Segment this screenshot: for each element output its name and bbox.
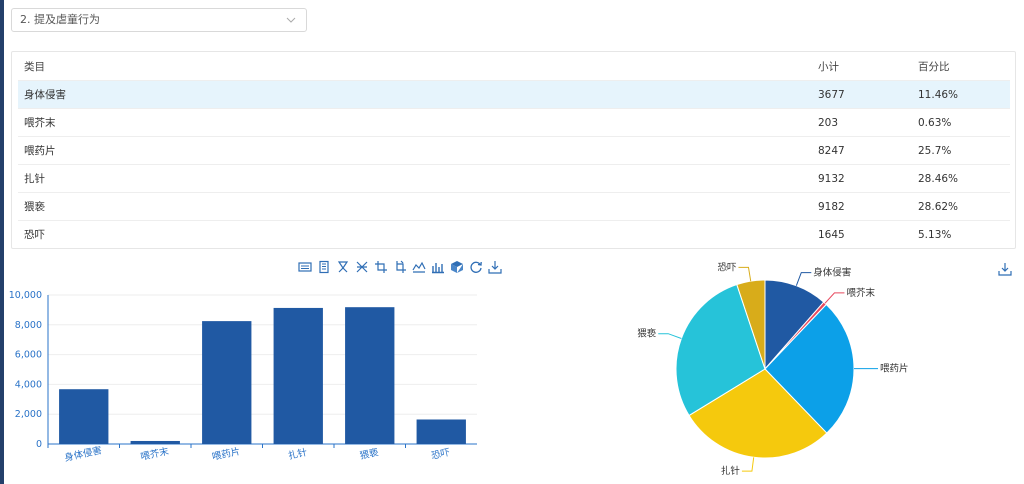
header-percent: 百分比: [918, 61, 950, 73]
x-tick-label: 恐吓: [430, 447, 451, 462]
crop-alt-icon[interactable]: [393, 260, 407, 274]
y-tick-label: 6,000: [15, 350, 42, 361]
pie-label: 猥亵: [637, 328, 657, 340]
x-tick-label: 身体侵害: [63, 444, 103, 464]
table-row[interactable]: 恐吓 1645 5.13%: [18, 221, 1010, 249]
row-percent: 25.7%: [918, 145, 952, 157]
table-row[interactable]: 喂芥末 203 0.63%: [18, 109, 1010, 137]
table-row[interactable]: 喂药片 8247 25.7%: [18, 137, 1010, 165]
chevron-down-icon: [286, 9, 296, 40]
header-category: 类目: [24, 61, 45, 73]
pie-chart: 身体侵害喂芥末喂药片扎针 猥亵 恐吓: [637, 262, 909, 477]
data-view-icon[interactable]: [298, 260, 312, 274]
row-percent: 0.63%: [918, 117, 952, 129]
bar-chart: 0 2,000 4,000 6,000 8,000 10,000 身体侵害 喂芥末 喂药片 扎针 猥…: [9, 290, 477, 464]
row-percent: 11.46%: [918, 89, 959, 101]
pie-label-line: [795, 272, 812, 286]
refresh-icon[interactable]: [469, 260, 483, 274]
row-percent: 5.13%: [918, 229, 952, 241]
question-select[interactable]: 2. 提及虐童行为: [11, 8, 307, 32]
pie-label-line: [741, 457, 755, 472]
y-tick-label: 2,000: [15, 409, 42, 420]
table-row[interactable]: 猥亵 9182 28.62%: [18, 193, 1010, 221]
header-subtotal: 小计: [818, 61, 839, 73]
crop-icon[interactable]: [374, 260, 388, 274]
bar[interactable]: [273, 307, 323, 444]
row-subtotal: 3677: [818, 89, 845, 101]
text-icon[interactable]: [317, 260, 331, 274]
pie-label-line: [824, 292, 845, 304]
x-tick-label: 扎针: [287, 446, 309, 462]
row-percent: 28.46%: [918, 173, 959, 185]
row-category: 扎针: [24, 173, 45, 185]
table-row[interactable]: 扎针 9132 28.46%: [18, 165, 1010, 193]
y-tick-label: 4,000: [15, 379, 42, 390]
line-chart-icon[interactable]: [412, 260, 426, 274]
table-row[interactable]: 身体侵害 3677 11.46%: [18, 81, 1010, 109]
row-percent: 28.62%: [918, 201, 959, 213]
row-subtotal: 1645: [818, 229, 845, 241]
x-tick-label: 喂药片: [211, 445, 241, 463]
pie-label: 扎针: [721, 465, 741, 477]
row-category: 喂药片: [24, 145, 56, 157]
lasso-icon[interactable]: [336, 260, 350, 274]
row-subtotal: 9132: [818, 173, 845, 185]
box-icon[interactable]: [450, 260, 464, 274]
x-tick-label: 猥亵: [359, 446, 381, 462]
row-category: 猥亵: [24, 201, 45, 213]
pie-label: 喂芥末: [846, 287, 875, 299]
pie-label: 身体侵害: [813, 267, 851, 279]
scissors-icon[interactable]: [355, 260, 369, 274]
bar-chart-icon[interactable]: [431, 260, 445, 274]
bar[interactable]: [202, 321, 252, 444]
x-tick-label: 喂芥末: [139, 445, 170, 463]
bar[interactable]: [130, 440, 180, 444]
pie-label-line: [738, 266, 752, 282]
bar[interactable]: [416, 419, 466, 444]
y-tick-label: 0: [36, 439, 42, 450]
stats-table: 类目 小计 百分比 身体侵害 3677 11.46% 喂芥末 203 0.63%…: [11, 51, 1016, 249]
row-category: 身体侵害: [24, 89, 66, 101]
row-subtotal: 9182: [818, 201, 845, 213]
y-tick-label: 8,000: [15, 320, 42, 331]
y-tick-label: 10,000: [9, 290, 42, 301]
row-subtotal: 8247: [818, 145, 845, 157]
table-header-row: 类目 小计 百分比: [18, 53, 1010, 81]
row-subtotal: 203: [818, 117, 839, 129]
pie-download-icon[interactable]: [998, 262, 1012, 276]
pie-label-line: [658, 333, 682, 339]
bar[interactable]: [59, 389, 109, 444]
row-category: 恐吓: [24, 229, 45, 241]
download-icon[interactable]: [488, 260, 502, 274]
row-category: 喂芥末: [24, 117, 56, 129]
question-select-value: 2. 提及虐童行为: [20, 13, 100, 26]
pie-label: 喂药片: [880, 363, 909, 375]
bar[interactable]: [345, 307, 395, 444]
pie-label: 恐吓: [717, 262, 737, 273]
